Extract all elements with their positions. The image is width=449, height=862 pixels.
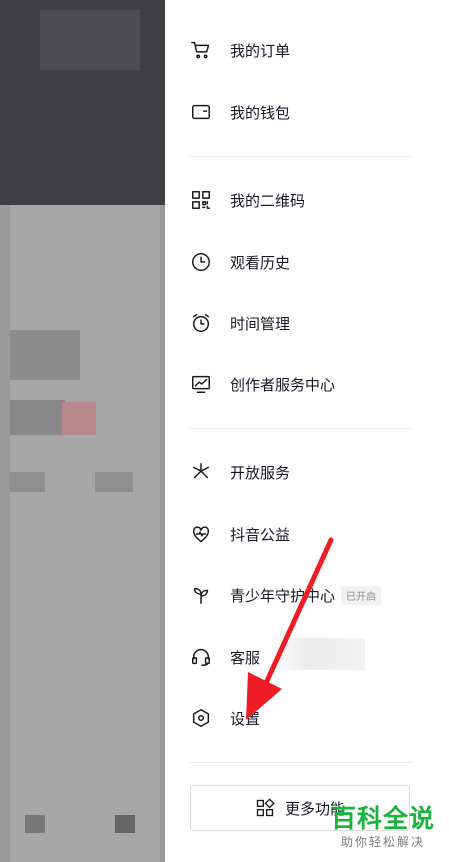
blurred-block — [25, 815, 45, 833]
cart-icon — [190, 39, 212, 61]
menu-item-label: 开放服务 — [230, 463, 291, 482]
menu-item-label: 抖音公益 — [230, 525, 291, 544]
wallet-icon — [190, 101, 212, 123]
asterisk-service-icon — [190, 461, 212, 483]
status-badge: 已开启 — [341, 585, 382, 605]
menu-item-label: 创作者服务中心 — [230, 375, 336, 394]
blurred-content-card — [10, 205, 160, 862]
menu-item-label: 客服 — [230, 648, 261, 667]
heart-pulse-icon — [190, 523, 212, 545]
menu-item-label: 设置 — [230, 709, 261, 728]
menu-item-settings[interactable]: 设置 — [190, 703, 260, 733]
menu-item-customer-service[interactable]: 客服 — [190, 642, 260, 672]
menu-item-label: 我的二维码 — [230, 191, 306, 210]
divider — [190, 156, 412, 157]
menu-item-history[interactable]: 观看历史 — [190, 247, 290, 277]
watermark-subtitle: 助你轻松解决 — [340, 835, 425, 849]
blurred-block — [10, 472, 45, 492]
blurred-block — [40, 10, 140, 70]
clock-icon — [190, 251, 212, 273]
blurred-block — [10, 330, 80, 380]
divider — [190, 762, 412, 763]
blurred-block — [115, 815, 135, 833]
menu-item-time-management[interactable]: 时间管理 — [190, 308, 290, 338]
menu-item-orders[interactable]: 我的订单 — [190, 35, 290, 65]
blurred-background-profile — [0, 0, 165, 862]
watermark-title: 百科全说 — [330, 804, 435, 833]
menu-item-creator-center[interactable]: 创作者服务中心 — [190, 369, 335, 399]
qrcode-icon — [190, 189, 212, 211]
chart-monitor-icon — [190, 373, 212, 395]
menu-item-label: 我的钱包 — [230, 103, 291, 122]
hexagon-settings-icon — [190, 707, 212, 729]
menu-item-wallet[interactable]: 我的钱包 — [190, 97, 290, 127]
blurred-block — [95, 472, 133, 492]
menu-item-open-services[interactable]: 开放服务 — [190, 457, 290, 487]
blurred-block — [62, 402, 96, 435]
grid-icon — [256, 798, 275, 817]
menu-item-charity[interactable]: 抖音公益 — [190, 519, 290, 549]
menu-item-label: 青少年守护中心 — [230, 586, 336, 605]
headset-icon — [190, 646, 212, 668]
menu-item-youth-mode[interactable]: 青少年守护中心 已开启 — [190, 580, 382, 610]
menu-item-qrcode[interactable]: 我的二维码 — [190, 185, 305, 215]
menu-item-label: 时间管理 — [230, 314, 291, 333]
blurred-redaction — [270, 638, 365, 670]
divider — [190, 428, 412, 429]
watermark: 百科全说 助你轻松解决 — [331, 805, 435, 850]
sprout-icon — [190, 584, 212, 606]
alarm-clock-icon — [190, 312, 212, 334]
blurred-block — [10, 400, 65, 435]
menu-item-label: 我的订单 — [230, 41, 291, 60]
menu-item-label: 观看历史 — [230, 253, 291, 272]
